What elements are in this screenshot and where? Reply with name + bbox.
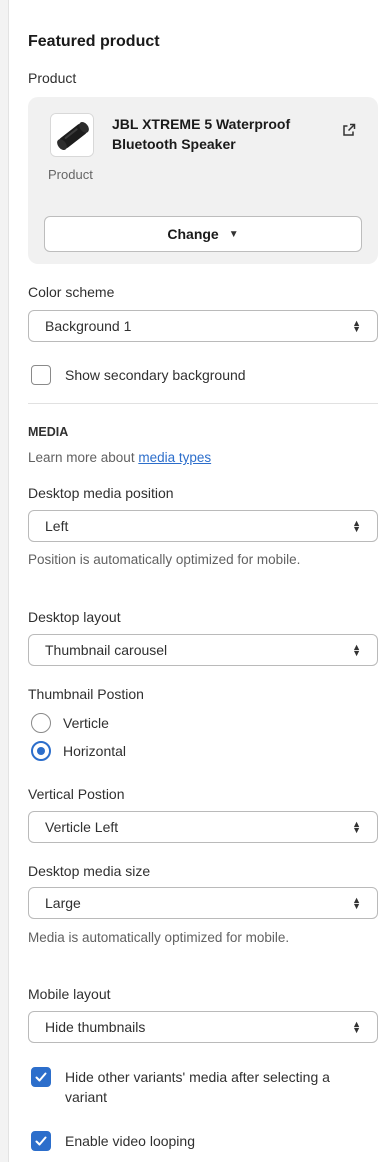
change-product-button[interactable]: Change ▼ — [44, 216, 362, 252]
radio-label: Horizontal — [63, 743, 127, 759]
radio-button[interactable] — [31, 713, 51, 733]
desktop-media-size-select[interactable]: Large ▲ ▼ — [28, 887, 378, 919]
select-arrows-icon: ▲ ▼ — [352, 895, 361, 911]
product-label: Product — [28, 70, 77, 86]
thumbnail-position-label: Thumbnail Postion — [28, 686, 144, 702]
product-card: JBL XTREME 5 Waterproof Bluetooth Speake… — [28, 97, 378, 264]
radio-option-horizontal[interactable]: Horizontal — [31, 741, 126, 761]
desktop-layout-label: Desktop layout — [28, 609, 121, 625]
hide-variants-media-label: Hide other variants' media after selecti… — [65, 1069, 330, 1105]
checkmark-icon — [35, 1136, 47, 1146]
select-arrows-icon: ▲ ▼ — [352, 318, 361, 334]
divider — [28, 403, 378, 404]
secondary-background-checkbox[interactable] — [31, 365, 51, 385]
color-scheme-value: Background 1 — [45, 318, 132, 334]
desktop-media-position-select[interactable]: Left ▲ ▼ — [28, 510, 378, 542]
product-thumbnail[interactable] — [50, 113, 94, 157]
vertical-position-select[interactable]: Verticle Left ▲ ▼ — [28, 811, 378, 843]
radio-button-selected[interactable] — [31, 741, 51, 761]
desktop-media-size-value: Large — [45, 895, 81, 911]
video-looping-label: Enable video looping — [65, 1133, 195, 1149]
desktop-layout-select[interactable]: Thumbnail carousel ▲ ▼ — [28, 634, 378, 666]
media-learn-more: Learn more about media types — [28, 448, 358, 468]
checkmark-icon — [35, 1072, 47, 1082]
radio-option-verticle[interactable]: Verticle — [31, 713, 109, 733]
hide-variants-media-row[interactable]: Hide other variants' media after selecti… — [31, 1067, 331, 1107]
media-heading: MEDIA — [28, 425, 69, 439]
select-arrows-icon: ▲ ▼ — [352, 1019, 361, 1035]
desktop-media-size-help: Media is automatically optimized for mob… — [28, 930, 290, 945]
desktop-media-position-value: Left — [45, 518, 69, 534]
secondary-background-label: Show secondary background — [65, 367, 246, 383]
media-types-link[interactable]: media types — [138, 450, 211, 465]
desktop-media-size-label: Desktop media size — [28, 863, 151, 879]
desktop-layout-value: Thumbnail carousel — [45, 642, 168, 658]
mobile-layout-label: Mobile layout — [28, 986, 111, 1002]
hide-variants-media-checkbox[interactable] — [31, 1067, 51, 1087]
mobile-layout-value: Hide thumbnails — [45, 1019, 146, 1035]
product-name: JBL XTREME 5 Waterproof Bluetooth Speake… — [112, 116, 291, 152]
mobile-layout-select[interactable]: Hide thumbnails ▲ ▼ — [28, 1011, 378, 1043]
select-arrows-icon: ▲ ▼ — [352, 642, 361, 658]
color-scheme-label: Color scheme — [28, 284, 115, 300]
speaker-image-icon — [51, 114, 93, 156]
video-looping-row[interactable]: Enable video looping — [31, 1131, 195, 1151]
external-link-icon[interactable] — [342, 123, 356, 137]
select-arrows-icon: ▲ ▼ — [352, 819, 361, 835]
change-button-label: Change — [167, 226, 219, 242]
vertical-position-label: Vertical Postion — [28, 786, 125, 802]
secondary-background-row[interactable]: Show secondary background — [31, 365, 246, 385]
radio-label: Verticle — [63, 715, 109, 731]
caret-down-icon: ▼ — [228, 228, 239, 240]
product-type-label: Product — [48, 167, 93, 182]
desktop-media-position-label: Desktop media position — [28, 485, 174, 501]
vertical-position-value: Verticle Left — [45, 819, 119, 835]
color-scheme-select[interactable]: Background 1 ▲ ▼ — [28, 310, 378, 342]
learn-more-prefix: Learn more about — [28, 450, 139, 465]
video-looping-checkbox[interactable] — [31, 1131, 51, 1151]
section-title: Featured product — [28, 33, 160, 50]
desktop-media-position-help: Position is automatically optimized for … — [28, 552, 301, 567]
settings-panel: Featured product Product JBL XTREME 5 Wa… — [0, 0, 390, 1162]
select-arrows-icon: ▲ ▼ — [352, 518, 361, 534]
